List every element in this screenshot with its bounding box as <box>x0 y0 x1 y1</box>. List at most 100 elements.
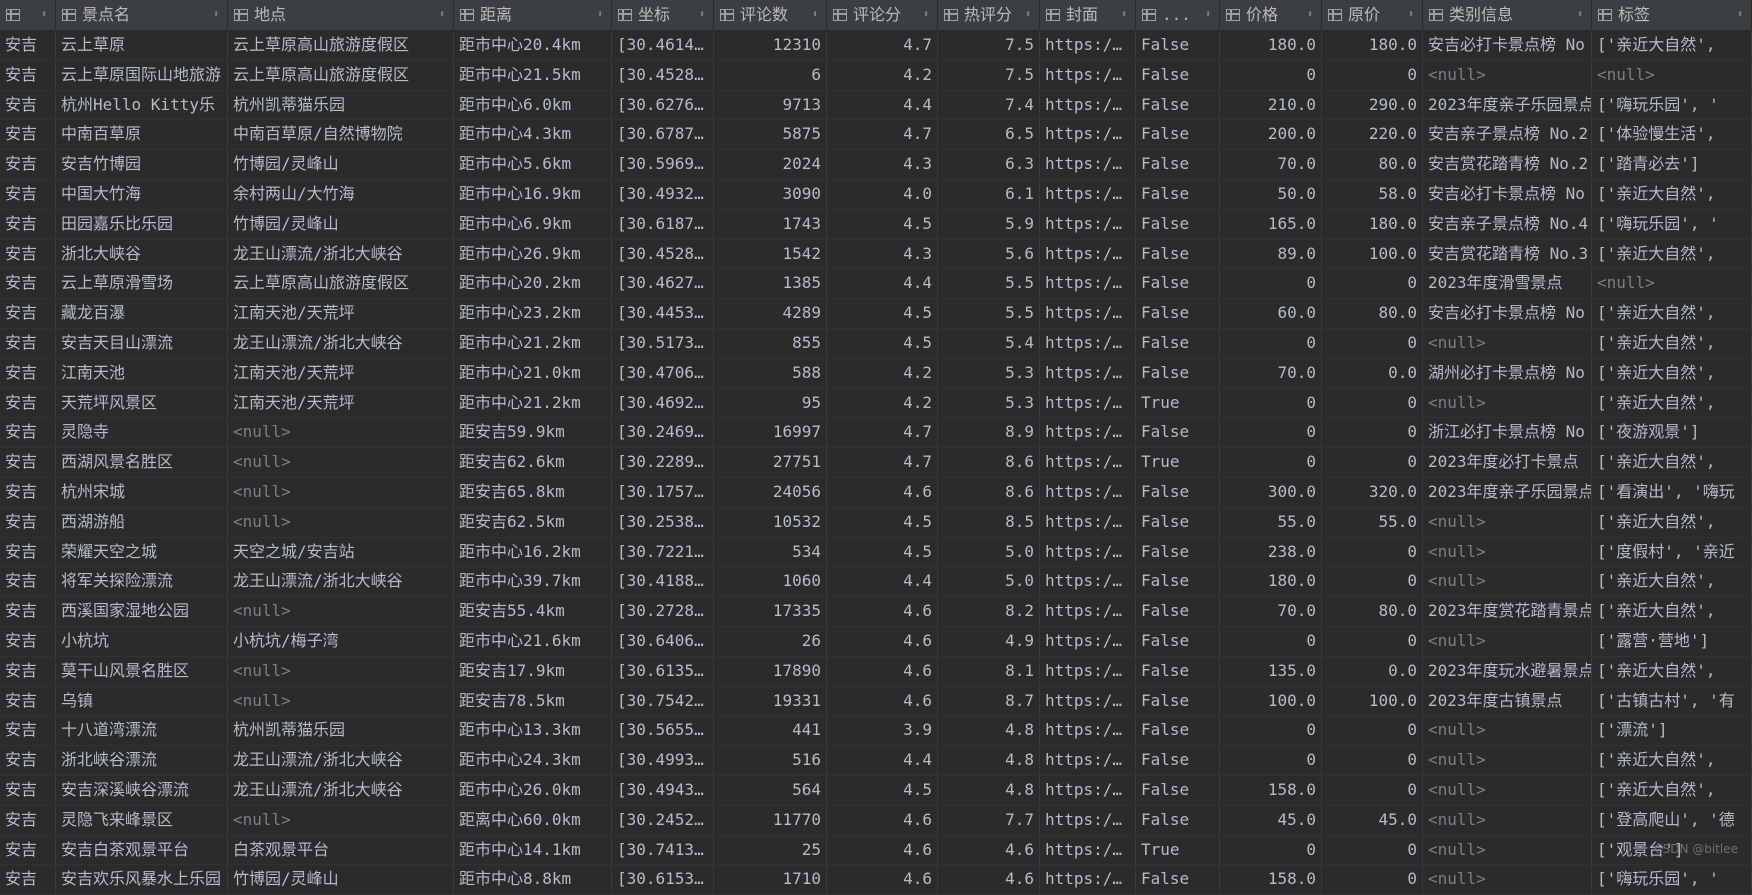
table-cell[interactable]: ['亲近大自然', <box>1592 657 1752 686</box>
table-cell[interactable]: 180.0 <box>1220 31 1322 60</box>
table-cell[interactable]: ['度假村', '亲近 <box>1592 538 1752 567</box>
table-cell[interactable]: 安吉 <box>0 716 56 745</box>
table-cell[interactable]: [30.2452… <box>612 806 714 835</box>
table-cell[interactable]: 4.4 <box>827 567 938 596</box>
table-cell[interactable]: 6.1 <box>938 180 1040 209</box>
table-cell[interactable]: 西湖游船 <box>56 508 228 537</box>
table-cell[interactable]: <null> <box>1423 865 1592 894</box>
table-cell[interactable]: 2023年度亲子乐园景点 <box>1423 478 1592 507</box>
table-cell[interactable]: 距市中心39.7km <box>454 567 612 596</box>
table-cell[interactable]: 西溪国家湿地公园 <box>56 597 228 626</box>
table-cell[interactable]: 十八道湾漂流 <box>56 716 228 745</box>
table-cell[interactable]: 安吉 <box>0 61 56 90</box>
table-row[interactable]: 安吉安吉天目山漂流龙王山漂流/浙北大峡谷距市中心21.2km[30.5173…8… <box>0 329 1752 359</box>
table-cell[interactable]: 距安吉62.5km <box>454 508 612 537</box>
table-cell[interactable]: 湖州必打卡景点榜 No <box>1423 359 1592 388</box>
table-cell[interactable]: ['亲近大自然', <box>1592 299 1752 328</box>
table-cell[interactable]: 安吉 <box>0 865 56 894</box>
table-cell[interactable]: <null> <box>228 597 454 626</box>
sort-icon[interactable]: ⬍ <box>1205 0 1211 30</box>
column-header[interactable]: 价格⬍ <box>1220 0 1322 30</box>
table-cell[interactable]: ['漂流'] <box>1592 716 1752 745</box>
table-cell[interactable]: [30.1757… <box>612 478 714 507</box>
table-cell[interactable]: [30.4932… <box>612 180 714 209</box>
table-cell[interactable]: 安吉 <box>0 687 56 716</box>
table-cell[interactable]: 3.9 <box>827 716 938 745</box>
table-cell[interactable]: False <box>1136 210 1220 239</box>
table-cell[interactable]: 距市中心4.3km <box>454 120 612 149</box>
table-cell[interactable]: 藏龙百瀑 <box>56 299 228 328</box>
table-cell[interactable]: 安吉 <box>0 806 56 835</box>
table-cell[interactable]: 0 <box>1220 389 1322 418</box>
table-cell[interactable]: <null> <box>1423 776 1592 805</box>
table-row[interactable]: 安吉安吉白茶观景平台白茶观景平台距市中心14.1km[30.7413…254.6… <box>0 836 1752 866</box>
table-cell[interactable]: ['古镇古村', '有 <box>1592 687 1752 716</box>
table-cell[interactable]: 竹博园/灵峰山 <box>228 210 454 239</box>
table-cell[interactable]: 杭州Hello Kitty乐 <box>56 91 228 120</box>
table-cell[interactable]: 0 <box>1322 448 1423 477</box>
table-cell[interactable]: 距市中心16.9km <box>454 180 612 209</box>
table-row[interactable]: 安吉云上草原滑雪场云上草原高山旅游度假区距市中心20.2km[30.4627…1… <box>0 269 1752 299</box>
table-cell[interactable]: 300.0 <box>1220 478 1322 507</box>
table-cell[interactable]: 5.3 <box>938 359 1040 388</box>
table-cell[interactable]: 8.2 <box>938 597 1040 626</box>
table-cell[interactable]: https:/… <box>1040 210 1136 239</box>
table-cell[interactable]: 0 <box>1220 716 1322 745</box>
table-cell[interactable]: 江南天池/天荒坪 <box>228 299 454 328</box>
table-row[interactable]: 安吉云上草原国际山地旅游云上草原高山旅游度假区距市中心21.5km[30.452… <box>0 61 1752 91</box>
table-cell[interactable]: <null> <box>1423 716 1592 745</box>
table-cell[interactable]: 安吉深溪峡谷漂流 <box>56 776 228 805</box>
table-cell[interactable]: <null> <box>1423 389 1592 418</box>
table-cell[interactable]: ['亲近大自然', <box>1592 31 1752 60</box>
table-cell[interactable]: 8.5 <box>938 508 1040 537</box>
table-cell[interactable]: ['亲近大自然', <box>1592 597 1752 626</box>
table-cell[interactable]: 0 <box>1220 329 1322 358</box>
table-cell[interactable]: 4.0 <box>827 180 938 209</box>
table-cell[interactable]: 70.0 <box>1220 150 1322 179</box>
table-cell[interactable]: [30.6276… <box>612 91 714 120</box>
sort-icon[interactable]: ⬍ <box>923 0 929 30</box>
table-cell[interactable]: [30.4627… <box>612 269 714 298</box>
table-cell[interactable]: 4.6 <box>938 836 1040 865</box>
column-header[interactable]: ⬍ <box>0 0 56 30</box>
table-cell[interactable]: 5.0 <box>938 538 1040 567</box>
column-header[interactable]: 类别信息⬍ <box>1423 0 1592 30</box>
table-cell[interactable]: False <box>1136 269 1220 298</box>
table-cell[interactable]: [30.7542… <box>612 687 714 716</box>
table-cell[interactable]: 4.2 <box>827 359 938 388</box>
table-cell[interactable]: [30.7221… <box>612 538 714 567</box>
table-cell[interactable]: 安吉 <box>0 389 56 418</box>
table-cell[interactable]: False <box>1136 746 1220 775</box>
table-cell[interactable]: 60.0 <box>1220 299 1322 328</box>
table-cell[interactable]: 距市中心26.0km <box>454 776 612 805</box>
table-row[interactable]: 安吉西湖游船<null>距安吉62.5km[30.2538…105324.58.… <box>0 508 1752 538</box>
table-cell[interactable]: 浙江必打卡景点榜 No <box>1423 418 1592 447</box>
table-cell[interactable]: 158.0 <box>1220 865 1322 894</box>
table-cell[interactable]: 安吉 <box>0 240 56 269</box>
table-cell[interactable]: ['登高爬山', '德 <box>1592 806 1752 835</box>
table-cell[interactable]: 田园嘉乐比乐园 <box>56 210 228 239</box>
table-cell[interactable]: 8.9 <box>938 418 1040 447</box>
table-cell[interactable]: 220.0 <box>1322 120 1423 149</box>
table-cell[interactable]: 4.7 <box>827 448 938 477</box>
table-cell[interactable]: https:/… <box>1040 746 1136 775</box>
table-cell[interactable]: False <box>1136 657 1220 686</box>
table-cell[interactable]: [30.4993… <box>612 746 714 775</box>
table-cell[interactable]: 0 <box>1322 61 1423 90</box>
table-cell[interactable]: 80.0 <box>1322 597 1423 626</box>
table-cell[interactable]: 564 <box>714 776 827 805</box>
table-cell[interactable]: 安吉竹博园 <box>56 150 228 179</box>
table-cell[interactable]: 距安吉62.6km <box>454 448 612 477</box>
table-cell[interactable]: 2023年度古镇景点 <box>1423 687 1592 716</box>
table-cell[interactable]: 2023年度赏花踏青景点 <box>1423 597 1592 626</box>
table-cell[interactable]: 135.0 <box>1220 657 1322 686</box>
table-row[interactable]: 安吉将军关探险漂流龙王山漂流/浙北大峡谷距市中心39.7km[30.4188…1… <box>0 567 1752 597</box>
table-cell[interactable]: 6.5 <box>938 120 1040 149</box>
table-row[interactable]: 安吉灵隐寺<null>距安吉59.9km[30.2469…169974.78.9… <box>0 418 1752 448</box>
table-cell[interactable]: 浙北大峡谷 <box>56 240 228 269</box>
table-cell[interactable]: 龙王山漂流/浙北大峡谷 <box>228 567 454 596</box>
table-cell[interactable]: 4.6 <box>827 836 938 865</box>
table-cell[interactable]: https:/… <box>1040 508 1136 537</box>
table-cell[interactable]: 距市中心21.2km <box>454 329 612 358</box>
table-cell[interactable]: 80.0 <box>1322 150 1423 179</box>
